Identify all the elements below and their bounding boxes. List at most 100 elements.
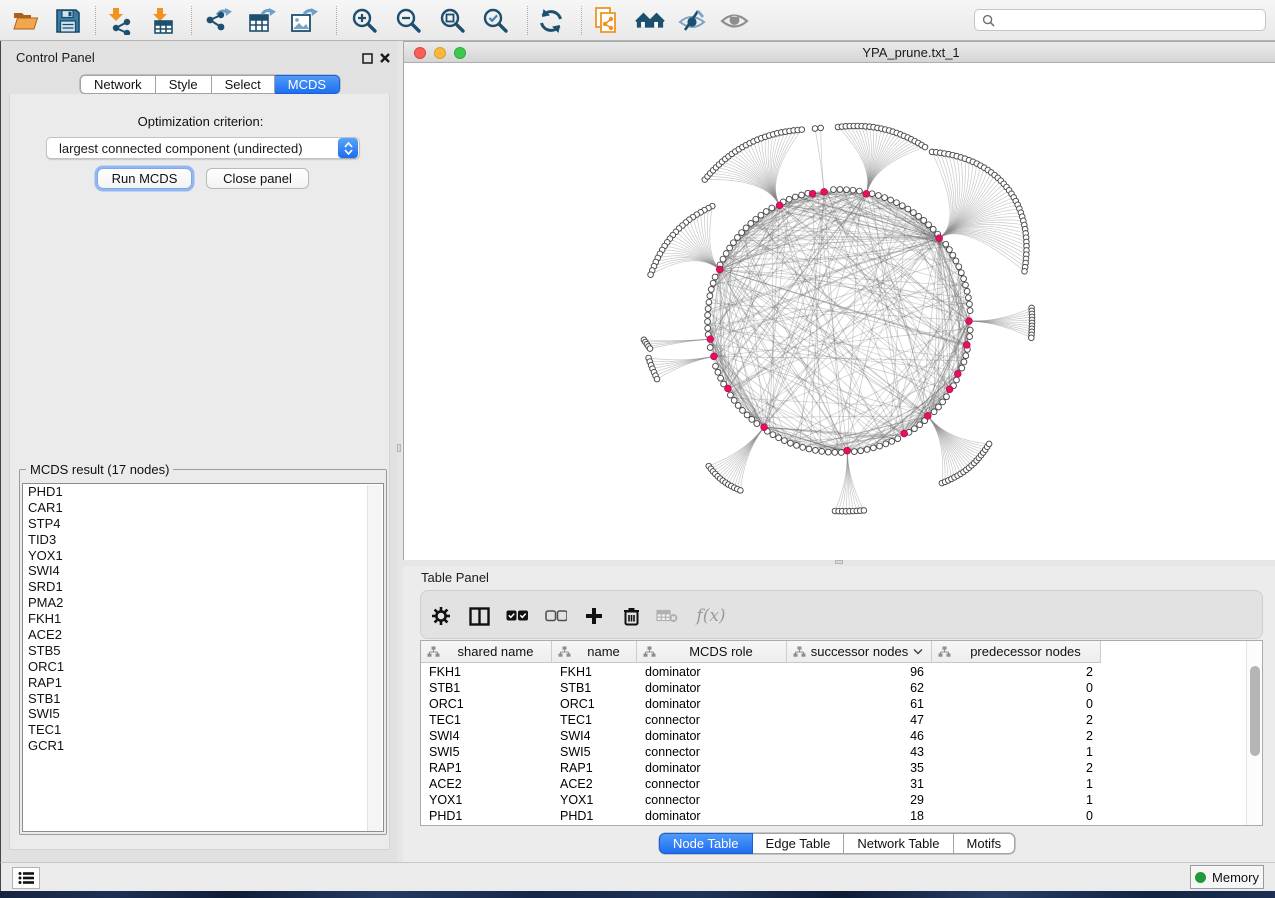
table-cell: 2 [936, 760, 1093, 776]
tab-edge-table[interactable]: Edge Table [753, 833, 845, 854]
mcds-result-item[interactable]: PMA2 [23, 595, 383, 611]
memory-button[interactable]: Memory [1190, 865, 1264, 889]
hide-selected-icon[interactable] [677, 7, 707, 34]
task-history-button[interactable] [12, 867, 40, 889]
tab-mcds[interactable]: MCDS [275, 75, 340, 94]
apply-layout-icon[interactable] [536, 7, 566, 34]
mcds-result-item[interactable]: ACE2 [23, 627, 383, 643]
table-cell: 0 [936, 680, 1093, 696]
mcds-result-item[interactable]: RAP1 [23, 675, 383, 691]
table-row-YOX1[interactable]: YOX1YOX1connector291 [421, 792, 1249, 808]
table-row-TEC1[interactable]: TEC1TEC1connector472 [421, 712, 1249, 728]
save-session-icon[interactable] [53, 7, 83, 34]
optimization-criterion-select[interactable]: largest connected component (undirected) [46, 137, 360, 159]
mcds-result-item[interactable]: SWI4 [23, 563, 383, 579]
mcds-result-item[interactable]: SWI5 [23, 706, 383, 722]
float-panel-icon[interactable] [362, 52, 374, 64]
mcds-result-item[interactable]: CAR1 [23, 500, 383, 516]
run-mcds-button[interactable]: Run MCDS [97, 168, 192, 189]
mcds-result-item[interactable]: ORC1 [23, 659, 383, 675]
toolbar-separator [581, 6, 582, 35]
table-row-ORC1[interactable]: ORC1ORC1dominator610 [421, 696, 1249, 712]
mcds-result-item[interactable]: TEC1 [23, 722, 383, 738]
select-all-columns-icon[interactable] [504, 604, 530, 628]
import-network-icon[interactable] [105, 7, 135, 34]
table-panel: Table Panel [403, 566, 1275, 862]
table-cell: SWI4 [560, 728, 635, 744]
show-all-icon[interactable] [719, 7, 749, 34]
table-cell: dominator [645, 808, 785, 824]
table-cell: 2 [936, 728, 1093, 744]
tab-select[interactable]: Select [212, 75, 275, 94]
tab-network-table[interactable]: Network Table [844, 833, 953, 854]
column-header-shared-name[interactable]: shared name [421, 641, 552, 663]
mcds-result-list[interactable]: PHD1CAR1STP4TID3YOX1SWI4SRD1PMA2FKH1ACE2… [22, 483, 384, 832]
new-network-icon[interactable] [592, 7, 622, 34]
column-header-predecessor-nodes[interactable]: predecessor nodes [932, 641, 1101, 663]
delete-column-icon[interactable] [618, 604, 644, 628]
import-table-icon[interactable] [148, 7, 178, 34]
table-cell: 43 [791, 744, 924, 760]
table-cell: RAP1 [560, 760, 635, 776]
column-settings-icon[interactable] [428, 604, 454, 628]
mcds-result-item[interactable]: STB5 [23, 643, 383, 659]
mcds-result-item[interactable]: TID3 [23, 532, 383, 548]
search-input[interactable] [995, 13, 1265, 27]
export-network-icon[interactable] [204, 7, 234, 34]
desktop-wallpaper [0, 891, 1275, 898]
table-cell: PHD1 [560, 808, 635, 824]
export-image-icon[interactable] [290, 7, 320, 34]
table-scrollbar-thumb[interactable] [1250, 666, 1260, 756]
tab-style[interactable]: Style [156, 75, 212, 94]
table-row-RAP1[interactable]: RAP1RAP1dominator352 [421, 760, 1249, 776]
mcds-result-scrollbar[interactable] [367, 485, 382, 832]
close-panel-icon[interactable] [379, 52, 391, 64]
network-canvas[interactable] [404, 64, 1275, 560]
zoom-in-icon[interactable] [349, 7, 379, 34]
table-cell: ORC1 [429, 696, 550, 712]
minimize-window-icon[interactable] [434, 47, 446, 59]
zoom-out-icon[interactable] [393, 7, 423, 34]
mcds-result-item[interactable]: STB1 [23, 691, 383, 707]
table-row-ACE2[interactable]: ACE2ACE2connector311 [421, 776, 1249, 792]
table-row-STB1[interactable]: STB1STB1dominator620 [421, 680, 1249, 696]
mcds-result-item[interactable]: GCR1 [23, 738, 383, 754]
tab-network[interactable]: Network [80, 75, 156, 94]
search-box[interactable] [974, 9, 1266, 31]
split-panel-icon[interactable] [466, 604, 492, 628]
first-neighbors-icon[interactable] [635, 7, 665, 34]
column-header-MCDS-role[interactable]: MCDS role [637, 641, 787, 663]
table-cell: dominator [645, 696, 785, 712]
control-panel: Control Panel NetworkStyleSelectMCDS Opt… [0, 41, 397, 862]
mcds-result-item[interactable]: PHD1 [23, 484, 383, 500]
mcds-result-item[interactable]: FKH1 [23, 611, 383, 627]
mcds-result-item[interactable]: YOX1 [23, 548, 383, 564]
table-scrollbar[interactable] [1246, 641, 1262, 825]
table-row-SWI4[interactable]: SWI4SWI4dominator462 [421, 728, 1249, 744]
close-panel-button[interactable]: Close panel [206, 168, 309, 189]
export-table-icon[interactable] [248, 7, 278, 34]
maximize-window-icon[interactable] [454, 47, 466, 59]
table-row-SWI5[interactable]: SWI5SWI5connector431 [421, 744, 1249, 760]
column-header-successor-nodes[interactable]: successor nodes [787, 641, 932, 663]
add-column-icon[interactable] [581, 604, 607, 628]
close-window-icon[interactable] [414, 47, 426, 59]
tab-motifs[interactable]: Motifs [954, 833, 1016, 854]
sort-descending-icon [913, 648, 923, 655]
table-cell: PHD1 [429, 808, 550, 824]
memory-button-label: Memory [1212, 870, 1259, 885]
table-row-FKH1[interactable]: FKH1FKH1dominator962 [421, 664, 1249, 680]
table-row-PHD1[interactable]: PHD1PHD1dominator180 [421, 808, 1249, 824]
toolbar-separator [527, 6, 528, 35]
mcds-result-item[interactable]: STP4 [23, 516, 383, 532]
zoom-fit-icon[interactable] [437, 7, 467, 34]
open-file-icon[interactable] [11, 7, 41, 34]
optimization-criterion-label: Optimization criterion: [10, 114, 391, 129]
zoom-selected-icon[interactable] [480, 7, 510, 34]
mcds-result-item[interactable]: SRD1 [23, 579, 383, 595]
main-toolbar [0, 0, 1275, 41]
column-header-name[interactable]: name [552, 641, 637, 663]
unselect-all-columns-icon[interactable] [543, 604, 569, 628]
tab-node-table[interactable]: Node Table [659, 833, 753, 854]
edit-column-icon [643, 646, 656, 657]
